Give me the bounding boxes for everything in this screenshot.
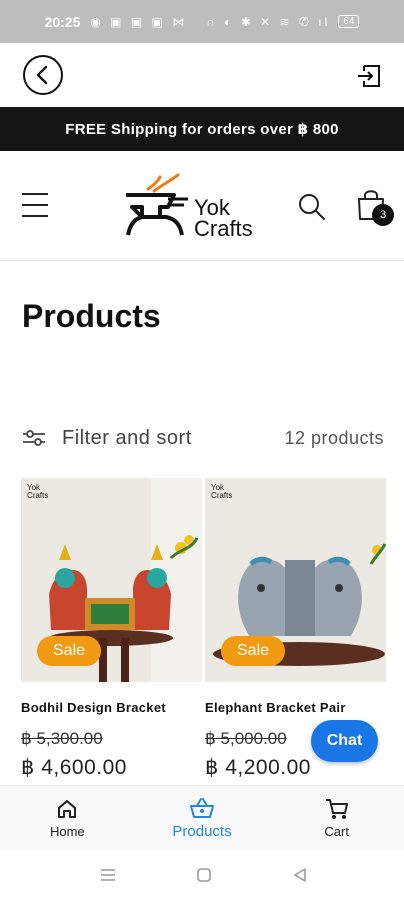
page-title: Products (22, 298, 161, 334)
basket-icon (190, 797, 214, 818)
product-image[interactable]: Yok Crafts Sale (205, 478, 386, 682)
product-title[interactable]: Bodhil Design Bracket (21, 700, 202, 715)
search-button[interactable] (298, 193, 326, 221)
cart-count-badge: 3 (372, 204, 394, 226)
announcement-bar: FREE Shipping for orders over ฿ 800 (0, 107, 404, 151)
filter-and-sort-button[interactable]: Filter and sort (62, 427, 192, 450)
menu-button[interactable] (22, 193, 48, 217)
nav-home[interactable]: Home (0, 786, 135, 850)
menu-line (22, 204, 48, 206)
chat-button[interactable]: Chat (311, 720, 378, 762)
store-logo[interactable]: Yok Crafts (122, 173, 272, 241)
watermark-logo: Yok Crafts (27, 483, 49, 500)
original-price: ฿ 5,300.00 (21, 729, 103, 748)
menu-line (22, 215, 48, 217)
logo-text-line2: Crafts (194, 216, 253, 241)
app-top-bar (0, 43, 404, 107)
logo-mark-icon (126, 173, 188, 236)
logo-text-line1: Yok (194, 195, 230, 220)
system-navigation-bar (0, 850, 404, 900)
sale-badge: Sale (37, 636, 102, 666)
nav-products[interactable]: Products (135, 786, 270, 850)
sale-badge: Sale (221, 636, 286, 666)
filter-row: Filter and sort 12 products (22, 424, 384, 452)
logo-text: Yok Crafts (194, 195, 253, 241)
sale-price: ฿ 4,600.00 (21, 756, 127, 779)
exit-icon (358, 65, 380, 87)
nav-products-label: Products (172, 822, 232, 840)
chevron-left-icon (36, 65, 48, 85)
sliders-icon (23, 430, 45, 446)
status-time: 20:25 (44, 13, 81, 30)
recent-apps-icon[interactable] (100, 868, 116, 882)
back-system-icon[interactable] (293, 867, 307, 883)
product-card[interactable]: Yok Crafts Sale Bodhil Design Bracket ฿ … (21, 478, 202, 780)
back-button[interactable] (23, 55, 63, 95)
product-count: 12 products (284, 427, 384, 448)
store-header: Yok Crafts (0, 151, 404, 261)
watermark-logo: Yok Crafts (211, 483, 233, 500)
exit-button[interactable] (356, 63, 382, 89)
battery-indicator: 64 (338, 15, 360, 28)
menu-line (22, 193, 48, 195)
status-icons: ◉ ▣ ▣ ▣ ⋈ ∩ ◐ ✱ ✕ ≋ ✆ ıl (90, 14, 331, 29)
product-image[interactable]: Yok Crafts Sale (21, 478, 202, 682)
nav-cart-label: Cart (324, 823, 349, 839)
nav-cart[interactable]: Cart (269, 786, 404, 850)
cart-icon (325, 798, 348, 819)
search-icon (299, 194, 325, 220)
bottom-navigation: Home Products Cart (0, 785, 404, 850)
nav-home-label: Home (49, 823, 85, 839)
home-icon (58, 799, 77, 818)
status-bar: 20:25 ◉ ▣ ▣ ▣ ⋈ ∩ ◐ ✱ ✕ ≋ ✆ ıl 64 (0, 0, 404, 43)
home-system-icon[interactable] (196, 867, 212, 883)
product-title[interactable]: Elephant Bracket Pair (205, 700, 386, 715)
